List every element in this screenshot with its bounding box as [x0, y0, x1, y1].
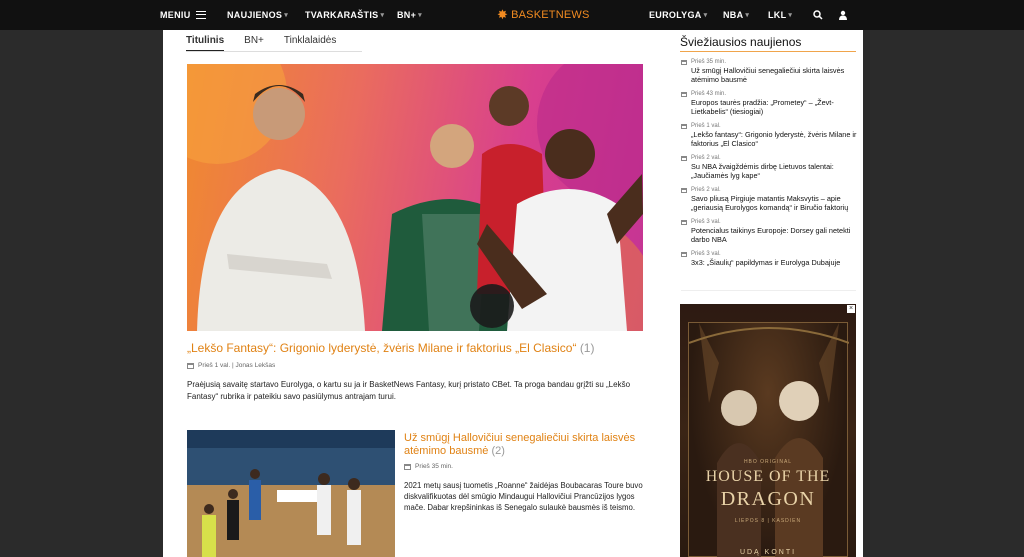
chevron-down-icon: ▾ [284, 12, 289, 19]
basketnews-logo[interactable]: ✸ BASKET NEWS [497, 0, 590, 30]
star-icon: ✸ [497, 7, 509, 22]
chevron-down-icon: ▾ [745, 12, 750, 19]
latest-news-divider [680, 51, 856, 52]
nav-item-nba[interactable]: NBA ▾ [723, 0, 749, 30]
ad-network-label: HBO ORIGINAL [743, 459, 793, 465]
chevron-down-icon: ▾ [418, 12, 422, 19]
nav-item-eurolyga[interactable]: EUROLYGA ▾ [649, 0, 707, 30]
tab-titulinis[interactable]: Titulinis [186, 32, 225, 52]
news-headline: Su NBA žvaigždėmis dirbę Lietuvos talent… [691, 162, 834, 180]
latest-news-list: Prieš 35 min. Už smūgį Hallovičiui seneg… [681, 58, 857, 273]
nav-item-lkl[interactable]: LKL ▾ [768, 0, 792, 30]
list-item[interactable]: Prieš 2 val. Su NBA žvaigždėmis dirbę Li… [681, 154, 857, 180]
news-time: Prieš 2 val. [691, 187, 721, 193]
calendar-icon [681, 124, 687, 129]
ad-subtitle: LIEPOS 8 | KASDIEN [734, 518, 802, 524]
news-time: Prieš 43 min. [691, 91, 727, 97]
nav-item-naujienos[interactable]: NAUJIENOS ▾ [227, 0, 288, 30]
latest-news-title: Šviežiausios naujienos [680, 35, 802, 49]
ad-bottom-text: UDĄ KONTI [739, 549, 797, 556]
tab-tinklalaides[interactable]: Tinklalaidės [284, 32, 336, 52]
nav-item-tvarkarastis[interactable]: TVARKARAŠTIS ▾ [305, 0, 384, 30]
chevron-down-icon: ▾ [380, 12, 385, 19]
calendar-icon [681, 188, 687, 193]
nav-item-label: LKL [768, 10, 787, 20]
search-icon[interactable] [811, 0, 825, 30]
news-time: Prieš 1 val. [691, 123, 721, 129]
ad-close-icon[interactable]: × [847, 305, 855, 313]
article-title[interactable]: Už smūgį Hallovičiui senegaliečiui skirt… [404, 432, 644, 458]
nav-item-label: TVARKARAŠTIS [305, 10, 379, 20]
logo-text-basket: BASKET [511, 9, 556, 21]
chevron-down-icon: ▾ [703, 12, 708, 19]
nav-item-label: EUROLYGA [649, 10, 702, 20]
nav-item-label: BN+ [397, 10, 417, 20]
list-item[interactable]: Prieš 1 val. „Lekšo fantasy“: Grigonio l… [681, 122, 857, 148]
article-meta: Prieš 35 min. [404, 463, 453, 470]
hero-article-meta: Prieš 1 val. | Jonas Lekšas [187, 362, 275, 369]
news-headline: „Lekšo fantasy“: Grigonio lyderystė, žvė… [691, 130, 857, 148]
news-time: Prieš 3 val. [691, 251, 721, 257]
article-title-text: Už smūgį Hallovičiui senegaliečiui skirt… [404, 432, 636, 457]
news-time: Prieš 2 val. [691, 155, 721, 161]
hero-article-title[interactable]: „Lekšo Fantasy“: Grigonio lyderystė, žvė… [187, 341, 643, 355]
logo-text-news: NEWS [555, 9, 590, 21]
tab-bn-plus[interactable]: BN+ [244, 32, 264, 52]
calendar-icon [681, 156, 687, 161]
news-headline: Už smūgį Hallovičiui senegaliečiui skirt… [691, 66, 845, 84]
latest-news-bottom-divider [681, 290, 856, 291]
calendar-icon [187, 362, 194, 369]
nav-item-label: NAUJIENOS [227, 10, 283, 20]
list-item[interactable]: Prieš 3 val. 3x3: „Šiaulių“ papildymas i… [681, 250, 857, 267]
comment-count: (1) [579, 341, 595, 355]
tabs-divider [186, 51, 362, 52]
comment-count: (2) [491, 445, 505, 457]
news-headline: Potencialus taikinys Europoje: Dorsey ga… [691, 226, 851, 244]
ad-title-line1: HOUSE OF THE [705, 468, 831, 485]
list-item[interactable]: Prieš 35 min. Už smūgį Hallovičiui seneg… [681, 58, 857, 84]
news-time: Prieš 3 val. [691, 219, 721, 225]
calendar-icon [404, 463, 411, 470]
top-navigation-bar: MENIU NAUJIENOS ▾ TVARKARAŠTIS ▾ BN+ ▾ ✸ BA… [0, 0, 1024, 30]
user-icon[interactable] [836, 0, 850, 30]
nav-item-bn-plus[interactable]: BN+ ▾ [397, 0, 422, 30]
calendar-icon [681, 252, 687, 257]
hero-article-meta-text: Prieš 1 val. | Jonas Lekšas [198, 362, 276, 369]
calendar-icon [681, 92, 687, 97]
advertisement-banner[interactable]: × HBO ORIGINAL HOUSE OF THE DRAGON LIEPO… [680, 304, 856, 557]
nav-item-label: NBA [723, 10, 744, 20]
list-item[interactable]: Prieš 2 val. Savo pliusą Pirgiuje matant… [681, 186, 857, 212]
hero-article-description: Praėjusią savaitę startavo Eurolyga, o k… [187, 380, 631, 401]
article-description: 2021 metų sausį tuometis „Roanne“ žaidėj… [404, 481, 643, 512]
article-thumbnail[interactable] [187, 430, 395, 557]
news-time: Prieš 35 min. [691, 59, 727, 65]
calendar-icon [681, 220, 687, 225]
news-headline: Savo pliusą Pirgiuje matantis Maksvytis … [691, 194, 849, 212]
hamburger-icon [195, 11, 206, 19]
ad-title-line2: DRAGON [720, 488, 816, 510]
section-tabs: Titulinis BN+ Tinklalaidės [186, 32, 356, 52]
hero-article-image[interactable] [187, 64, 643, 331]
hero-article-title-text: „Lekšo Fantasy“: Grigonio lyderystė, žvė… [187, 341, 577, 355]
news-headline: 3x3: „Šiaulių“ papildymas ir Eurolyga Du… [691, 258, 841, 267]
menu-label: MENIU [160, 10, 191, 20]
news-headline: Europos taurės pradžia: „Prometey“ – „Že… [691, 98, 834, 116]
article-meta-text: Prieš 35 min. [415, 463, 453, 470]
list-item[interactable]: Prieš 43 min. Europos taurės pradžia: „P… [681, 90, 857, 116]
chevron-down-icon: ▾ [788, 12, 793, 19]
calendar-icon [681, 60, 687, 65]
menu-button[interactable]: MENIU [160, 0, 206, 30]
list-item[interactable]: Prieš 3 val. Potencialus taikinys Europo… [681, 218, 857, 244]
